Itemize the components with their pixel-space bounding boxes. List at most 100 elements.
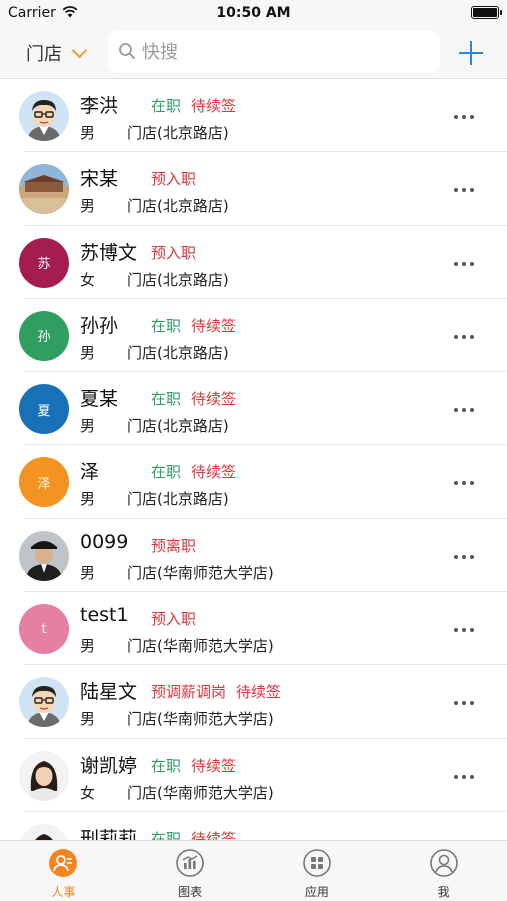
tab-label: 应用	[304, 885, 329, 899]
employee-store: 门店(华南师范大学店)	[127, 563, 274, 582]
employee-list[interactable]: 李洪 在职 待续签男门店(北京路店) 宋某 预入职男门店(北京路店) 苏苏博文 预入职女门店…	[0, 79, 507, 840]
employee-details: 男 门店(北京路店)	[80, 488, 229, 509]
more-options-icon[interactable]	[452, 113, 476, 121]
chart-icon	[175, 848, 205, 878]
avatar	[19, 823, 69, 840]
employee-store: 门店(北京路店)	[127, 343, 229, 362]
status-tags: 在职 待续签	[151, 828, 236, 840]
more-options-icon[interactable]	[452, 553, 476, 561]
employee-details: 男 门店(北京路店)	[80, 122, 229, 143]
employee-name: 陆星文	[80, 681, 138, 704]
more-options-icon[interactable]	[452, 626, 476, 634]
tab-bar: 人事 图表 应用 我	[0, 840, 507, 901]
employee-row[interactable]: t test1 预入职男 门店(华南师范大学店)	[0, 592, 507, 666]
more-options-icon[interactable]	[452, 333, 476, 341]
employee-store: 门店(北京路店)	[127, 124, 229, 142]
status-badge: 在职	[151, 316, 182, 335]
status-badge: 待续签	[191, 316, 237, 335]
employee-gender: 男	[80, 417, 96, 436]
status-badge: 预离职	[151, 536, 197, 555]
employee-store: 门店(北京路店)	[127, 197, 229, 216]
employee-name: 宋某	[80, 168, 119, 191]
search-icon	[119, 43, 135, 59]
employee-name: 谢凯婷	[80, 754, 138, 777]
avatar	[19, 677, 69, 728]
tab-person[interactable]: 人事	[0, 841, 127, 901]
status-tags: 预调薪调岗 待续签	[151, 681, 281, 702]
store-filter-dropdown[interactable]: 门店	[26, 39, 88, 67]
employee-gender: 男	[80, 343, 96, 362]
employee-row[interactable]: 0099 预离职男 门店(华南师范大学店)	[0, 519, 507, 593]
employee-gender: 女	[80, 783, 96, 802]
employee-gender: 男	[80, 563, 96, 582]
employee-name: 苏博文	[80, 241, 138, 264]
status-tags: 在职 待续签	[151, 388, 236, 409]
person-icon	[48, 848, 78, 878]
avatar-initial: 泽	[37, 476, 51, 492]
status-badge: 在职	[151, 390, 182, 409]
employee-row[interactable]: 刑莉莉 在职 待续签	[0, 812, 507, 840]
search-input[interactable]	[142, 31, 432, 73]
status-tags: 预离职	[151, 535, 196, 556]
employee-gender: 男	[80, 637, 96, 656]
employee-name: 李洪	[80, 95, 119, 117]
employee-row[interactable]: 谢凯婷 在职 待续签女 门店(华南师范大学店)	[0, 739, 507, 812]
battery-icon	[471, 6, 502, 19]
employee-details: 男 门店(北京路店)	[80, 342, 229, 363]
status-badge: 待续签	[191, 390, 237, 409]
employee-row[interactable]: 苏 苏博文 预入职女 门店(北京路店)	[0, 226, 507, 299]
tab-label: 人事	[51, 885, 76, 899]
employee-row[interactable]: 泽泽在职 待续签男门店(北京路店)	[0, 445, 507, 519]
employee-store: 门店(北京路店)	[127, 270, 229, 289]
avatar	[19, 750, 69, 801]
employee-row[interactable]: 夏 夏某 在职 待续签男 门店(北京路店)	[0, 372, 507, 446]
store-filter-label: 门店	[26, 44, 62, 65]
employee-name: 孙孙	[80, 314, 119, 337]
avatar-initial: 夏	[37, 403, 51, 419]
status-badge: 在职	[151, 97, 182, 115]
status-badge: 在职	[151, 829, 182, 840]
avatar: t	[19, 604, 69, 655]
employee-store: 门店(华南师范大学店)	[127, 710, 274, 729]
tab-profile[interactable]: 我	[380, 841, 507, 901]
more-options-icon[interactable]	[452, 260, 476, 268]
avatar: 夏	[19, 384, 69, 435]
employee-row[interactable]: 陆星文 预调薪调岗 待续签男 门店(华南师范大学店)	[0, 665, 507, 739]
employee-gender: 男	[80, 710, 96, 729]
status-badge: 预入职	[151, 610, 197, 629]
status-badge: 预入职	[151, 243, 197, 262]
employee-details: 女 门店(北京路店)	[80, 269, 229, 290]
employee-row[interactable]: 孙孙孙 在职 待续签男门店(北京路店)	[0, 299, 507, 373]
tab-grid[interactable]: 应用	[254, 841, 381, 901]
add-employee-button[interactable]	[458, 40, 484, 66]
employee-gender: 女	[80, 270, 96, 289]
profile-icon	[429, 848, 459, 878]
more-options-icon[interactable]	[452, 186, 476, 194]
status-badge: 待续签	[236, 683, 282, 702]
avatar: 苏	[19, 237, 69, 288]
avatar	[19, 164, 69, 215]
employee-row[interactable]: 李洪 在职 待续签男 门店(北京路店)	[0, 79, 507, 153]
more-options-icon[interactable]	[452, 773, 476, 781]
employee-name: 0099	[80, 530, 129, 553]
more-options-icon[interactable]	[452, 479, 476, 487]
status-badge: 预调薪调岗	[151, 683, 227, 702]
avatar-initial: 孙	[37, 330, 51, 346]
search-box[interactable]	[108, 31, 440, 73]
employee-name: test1	[80, 604, 129, 627]
status-badge: 待续签	[191, 463, 237, 482]
more-options-icon[interactable]	[452, 406, 476, 414]
status-bar: Carrier 10:50 AM	[0, 0, 507, 28]
status-badge: 预入职	[151, 170, 197, 189]
employee-gender: 男	[80, 197, 96, 216]
tab-label: 图表	[178, 885, 203, 899]
more-options-icon[interactable]	[452, 699, 476, 707]
avatar-initial: 苏	[37, 257, 51, 273]
employee-row[interactable]: 宋某 预入职男 门店(北京路店)	[0, 152, 507, 226]
employee-gender: 男	[80, 490, 96, 509]
avatar: 泽	[19, 457, 69, 508]
status-badge: 待续签	[191, 829, 237, 840]
tab-chart[interactable]: 图表	[127, 841, 254, 901]
status-badge: 在职	[151, 463, 182, 482]
employee-store: 门店(华南师范大学店)	[127, 783, 274, 802]
